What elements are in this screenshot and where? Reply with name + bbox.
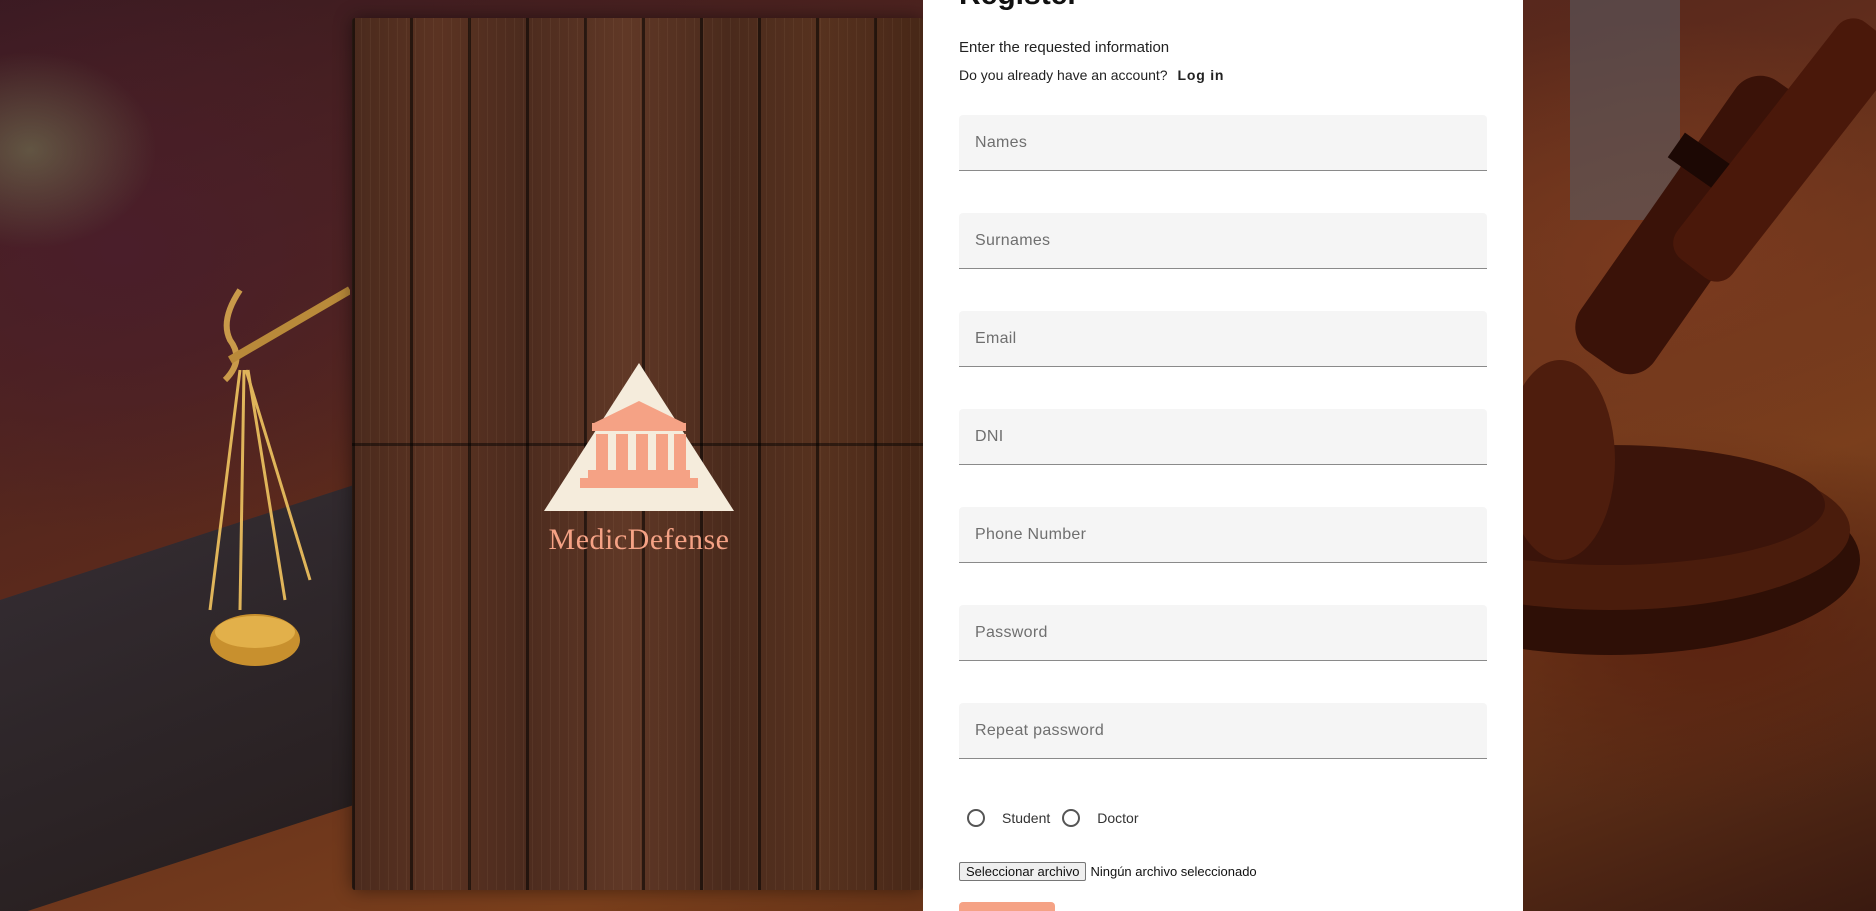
phone-field bbox=[959, 507, 1487, 563]
doctor-radio-label[interactable]: Doctor bbox=[1097, 810, 1138, 826]
password-input[interactable] bbox=[959, 605, 1487, 660]
account-prompt-text: Do you already have an account? bbox=[959, 67, 1168, 83]
gavel-decoration bbox=[1500, 0, 1876, 655]
login-link[interactable]: Log in bbox=[1177, 67, 1224, 83]
surnames-field bbox=[959, 213, 1487, 269]
repeat-password-input[interactable] bbox=[959, 703, 1487, 758]
student-radio[interactable] bbox=[967, 809, 985, 827]
role-radio-group: Student Doctor bbox=[967, 809, 1151, 827]
repeat-password-field bbox=[959, 703, 1487, 759]
page-background: MedicDefense Register Enter the requeste… bbox=[0, 0, 1876, 911]
doctor-radio[interactable] bbox=[1062, 809, 1081, 827]
account-prompt-line: Do you already have an account? Log in bbox=[959, 67, 1224, 83]
dni-field bbox=[959, 409, 1487, 465]
choose-file-button[interactable]: Seleccionar archivo bbox=[959, 862, 1087, 881]
brand-name: MedicDefense bbox=[548, 523, 730, 556]
password-field bbox=[959, 605, 1487, 661]
email-input[interactable] bbox=[959, 311, 1487, 366]
register-card: Register Enter the requested information… bbox=[923, 0, 1523, 911]
scales-of-justice-decoration bbox=[208, 286, 350, 666]
courthouse-triangle-icon bbox=[544, 363, 734, 511]
file-upload-row: Seleccionar archivo Ningún archivo selec… bbox=[959, 862, 1257, 881]
student-radio-label[interactable]: Student bbox=[1002, 810, 1050, 826]
surnames-input[interactable] bbox=[959, 213, 1487, 268]
submit-button[interactable] bbox=[959, 902, 1055, 911]
phone-input[interactable] bbox=[959, 507, 1487, 562]
form-subtitle: Enter the requested information bbox=[959, 39, 1170, 56]
email-field bbox=[959, 311, 1487, 367]
brand-panel: MedicDefense bbox=[352, 18, 923, 890]
page-title: Register bbox=[959, 0, 1079, 12]
file-status-text: Ningún archivo seleccionado bbox=[1090, 864, 1257, 879]
names-input[interactable] bbox=[959, 115, 1487, 170]
brand-logo: MedicDefense bbox=[544, 363, 734, 557]
names-field bbox=[959, 115, 1487, 171]
dni-input[interactable] bbox=[959, 409, 1487, 464]
